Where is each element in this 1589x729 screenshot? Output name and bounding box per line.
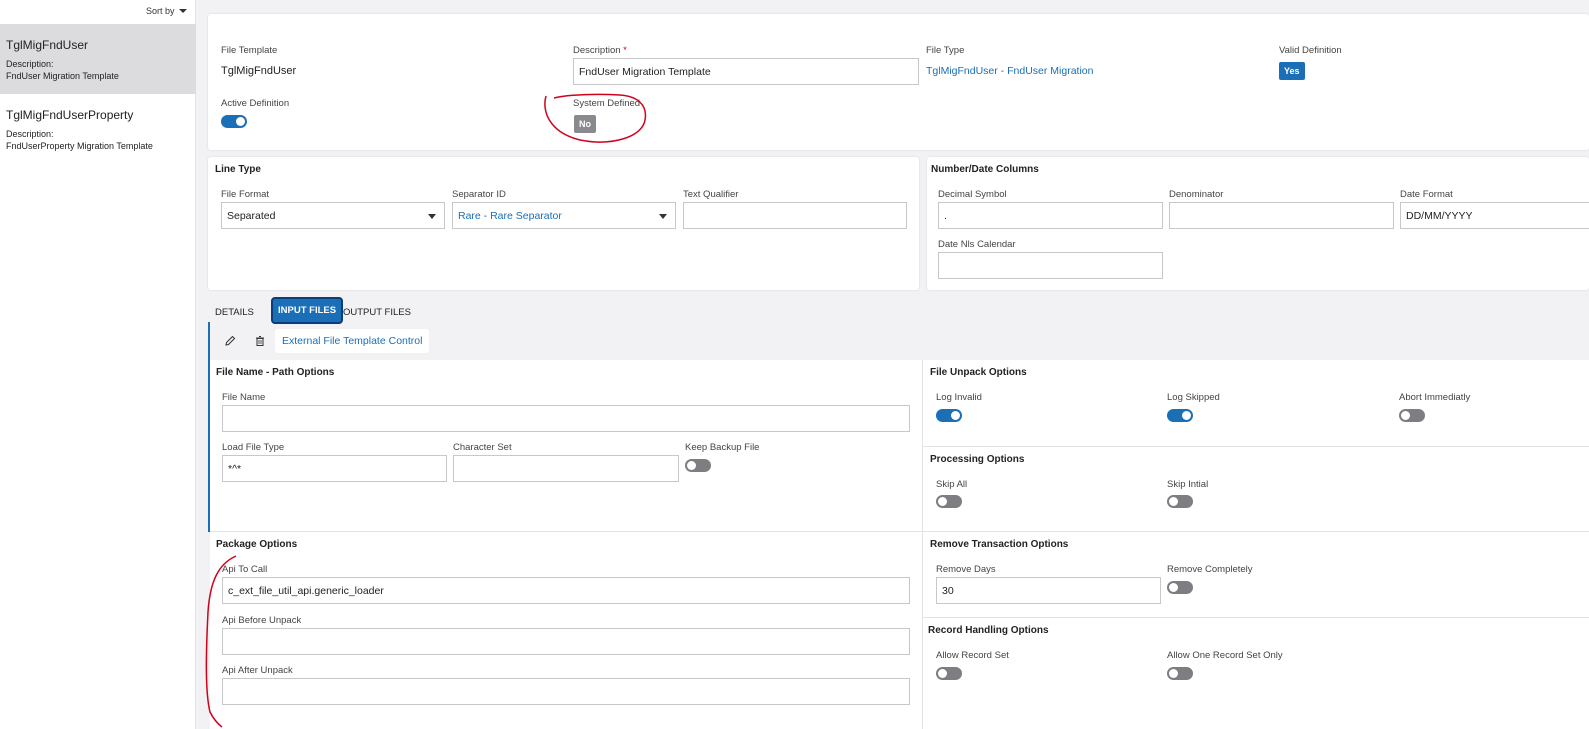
separator-select[interactable]: Rare - Rare Separator — [452, 202, 676, 229]
description-label: Description * — [573, 45, 627, 56]
tab-input-files[interactable]: INPUT FILES — [270, 297, 344, 324]
file-type-link[interactable]: TglMigFndUser - FndUser Migration — [926, 65, 1093, 77]
log-invalid-toggle[interactable] — [936, 409, 962, 422]
skip-initial-toggle[interactable] — [1167, 495, 1193, 508]
skip-all-label: Skip All — [936, 479, 968, 490]
file-type-label: File Type — [926, 45, 965, 56]
active-definition-label: Active Definition — [221, 98, 290, 109]
keep-backup-toggle[interactable] — [685, 459, 711, 472]
list-item-desc: FndUser Migration Template — [6, 71, 119, 81]
file-name-title: File Name - Path Options — [216, 367, 335, 378]
valid-definition-label: Valid Definition — [1279, 45, 1342, 56]
api-after-unpack-input[interactable] — [222, 678, 910, 705]
allow-one-record-set-label: Allow One Record Set Only — [1167, 650, 1283, 661]
load-file-type-input[interactable]: *^* — [222, 455, 447, 482]
date-nls-label: Date Nls Calendar — [938, 239, 1016, 250]
annotation-bracket — [205, 555, 237, 728]
remove-completely-toggle[interactable] — [1167, 581, 1193, 594]
tab-details[interactable]: DETAILS — [209, 302, 260, 323]
file-name-label: File Name — [222, 392, 266, 403]
abort-immediately-label: Abort Immediatly — [1399, 392, 1471, 403]
keep-backup-label: Keep Backup File — [685, 442, 760, 453]
section-divider — [923, 446, 1589, 447]
file-name-input[interactable] — [222, 405, 910, 432]
remove-days-label: Remove Days — [936, 564, 996, 575]
list-item[interactable]: TglMigFndUserProperty Description: FndUs… — [0, 94, 196, 164]
annotation-circle — [544, 93, 647, 143]
allow-record-set-toggle[interactable] — [936, 667, 962, 680]
list-item-title: TglMigFndUserProperty — [6, 108, 134, 122]
line-type-card: Line Type File Format Separated Separato… — [208, 157, 919, 290]
package-options-title: Package Options — [216, 539, 298, 550]
skip-all-toggle[interactable] — [936, 495, 962, 508]
line-type-title: Line Type — [215, 164, 261, 175]
tab-output-files[interactable]: OUTPUT FILES — [337, 302, 417, 323]
load-file-type-label: Load File Type — [222, 442, 285, 453]
delete-button[interactable] — [251, 332, 269, 350]
denominator-input[interactable] — [1169, 202, 1394, 229]
column-divider — [922, 360, 923, 729]
character-set-input[interactable] — [453, 455, 679, 482]
external-file-template-control-button[interactable]: External File Template Control — [275, 329, 430, 353]
remove-transaction-title: Remove Transaction Options — [930, 539, 1069, 550]
sort-by-label: Sort by — [146, 6, 175, 16]
list-item-desc-label: Description: — [6, 59, 54, 69]
section-divider — [210, 531, 922, 532]
edit-button[interactable] — [221, 332, 239, 350]
log-invalid-label: Log Invalid — [936, 392, 982, 403]
remove-completely-label: Remove Completely — [1167, 564, 1253, 575]
separator-value: Rare - Rare Separator — [458, 209, 562, 222]
file-template-label: File Template — [221, 45, 278, 56]
api-to-call-input[interactable]: c_ext_file_util_api.generic_loader — [222, 577, 910, 604]
allow-one-record-set-toggle[interactable] — [1167, 667, 1193, 680]
decimal-symbol-input[interactable]: . — [938, 202, 1163, 229]
file-format-label: File Format — [221, 189, 270, 200]
date-format-input[interactable]: DD/MM/YYYY — [1400, 202, 1589, 229]
input-files-panel: File Name - Path Options File Name Load … — [210, 360, 1589, 729]
list-item-desc-label: Description: — [6, 129, 54, 139]
description-input[interactable]: FndUser Migration Template — [573, 58, 919, 85]
section-divider — [923, 617, 1589, 618]
chevron-down-icon — [659, 214, 667, 219]
header-card: File Template TglMigFndUser Description … — [208, 14, 1589, 150]
file-format-select[interactable]: Separated — [221, 202, 445, 229]
chevron-down-icon — [428, 214, 436, 219]
template-list: Sort by TglMigFndUser Description: FndUs… — [0, 0, 196, 729]
decimal-symbol-label: Decimal Symbol — [938, 189, 1007, 200]
sort-by-button[interactable]: Sort by — [146, 6, 187, 16]
denominator-label: Denominator — [1169, 189, 1224, 200]
pencil-icon — [225, 335, 236, 346]
log-skipped-label: Log Skipped — [1167, 392, 1220, 403]
record-handling-title: Record Handling Options — [928, 625, 1049, 636]
separator-label: Separator ID — [452, 189, 506, 200]
text-qualifier-label: Text Qualifier — [683, 189, 739, 200]
number-date-title: Number/Date Columns — [931, 164, 1039, 175]
character-set-label: Character Set — [453, 442, 512, 453]
remove-days-input[interactable]: 30 — [936, 577, 1161, 604]
chevron-down-icon — [178, 9, 187, 13]
list-item-desc: FndUserProperty Migration Template — [6, 141, 153, 151]
list-item-title: TglMigFndUser — [6, 38, 89, 52]
date-format-label: Date Format — [1400, 189, 1453, 200]
text-qualifier-input[interactable] — [683, 202, 907, 229]
section-divider — [923, 531, 1589, 532]
date-nls-input[interactable] — [938, 252, 1163, 279]
file-template-value: TglMigFndUser — [221, 65, 297, 77]
valid-definition-badge: Yes — [1279, 62, 1305, 80]
api-before-unpack-input[interactable] — [222, 628, 910, 655]
trash-icon — [256, 336, 264, 346]
file-format-value: Separated — [227, 209, 276, 222]
list-item[interactable]: TglMigFndUser Description: FndUser Migra… — [0, 24, 196, 94]
active-definition-toggle[interactable] — [221, 115, 247, 128]
number-date-card: Number/Date Columns Decimal Symbol . Den… — [927, 157, 1589, 290]
processing-options-title: Processing Options — [930, 454, 1025, 465]
skip-initial-label: Skip Intial — [1167, 479, 1209, 490]
log-skipped-toggle[interactable] — [1167, 409, 1193, 422]
file-unpack-title: File Unpack Options — [930, 367, 1027, 378]
abort-immediately-toggle[interactable] — [1399, 409, 1425, 422]
allow-record-set-label: Allow Record Set — [936, 650, 1009, 661]
